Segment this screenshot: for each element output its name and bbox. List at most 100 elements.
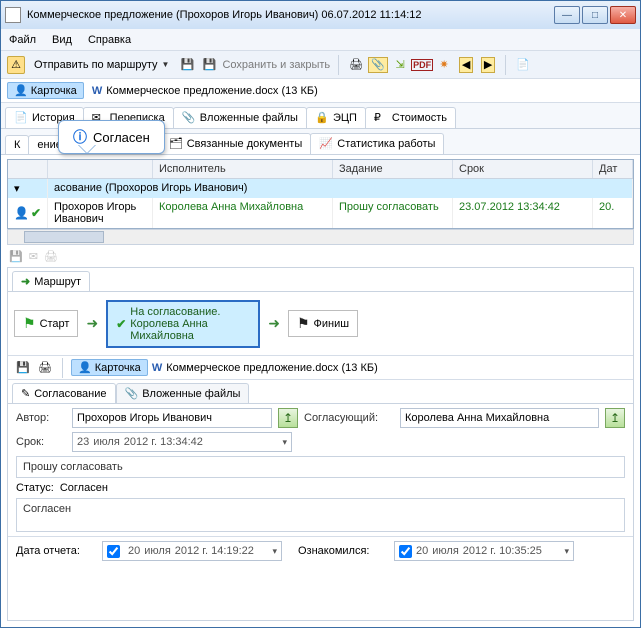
table-row[interactable]: Прохоров Игорь Иванович Королева Анна Ми…	[8, 198, 633, 228]
col-executor[interactable]: Исполнитель	[153, 160, 333, 178]
arrow-icon	[268, 315, 280, 332]
chevron-down-icon	[270, 545, 277, 557]
collapse-icon[interactable]: ▾	[14, 182, 20, 195]
route-tabs: Маршрут	[8, 268, 633, 292]
window-title: Коммерческое предложение (Прохоров Игорь…	[27, 9, 554, 21]
close-button[interactable]: ✕	[610, 6, 636, 24]
word-icon	[152, 362, 162, 374]
save-close-label[interactable]: Сохранить и закрыть	[222, 59, 330, 71]
cell-due: 23.07.2012 13:34:42	[453, 198, 593, 228]
person-icon	[78, 361, 92, 374]
tab-card-partial[interactable]: К	[5, 135, 29, 154]
detail-toolbar: 💾 ✉ 🖨	[1, 245, 640, 267]
flag-black-icon	[297, 315, 310, 332]
card-label: Карточка	[31, 85, 77, 97]
tab-signature[interactable]: ЭЦП	[306, 107, 366, 128]
word-doc-item[interactable]: Коммерческое предложение.docx (13 КБ)	[92, 85, 318, 97]
maximize-button[interactable]: □	[582, 6, 608, 24]
minimize-button[interactable]: —	[554, 6, 580, 24]
print-icon[interactable]: 🖨	[44, 250, 58, 263]
ack-date-check[interactable]	[399, 545, 412, 558]
save-close-icon[interactable]: 💾	[200, 56, 218, 74]
main-toolbar: ⚠ Отправить по маршруту ▼ 💾 💾 Сохранить …	[1, 51, 640, 79]
form-tabs: ✎ Согласование Вложенные файлы	[8, 380, 633, 404]
attach-icon[interactable]: 📎	[369, 56, 387, 74]
save-icon[interactable]: 💾	[9, 250, 23, 263]
doc-icon	[14, 111, 28, 125]
cell-executor: Королева Анна Михайловна	[153, 198, 333, 228]
author-label: Автор:	[16, 412, 66, 424]
word-icon	[92, 85, 102, 97]
route-tab[interactable]: Маршрут	[12, 271, 90, 291]
card-tab[interactable]: Карточка	[7, 82, 84, 99]
print-icon[interactable]: 🖨	[347, 56, 365, 74]
scroll-thumb[interactable]	[24, 231, 104, 243]
app-window: Коммерческое предложение (Прохоров Игорь…	[0, 0, 641, 628]
nav-back-icon[interactable]: ◀	[457, 56, 475, 74]
route-icon	[21, 275, 30, 288]
menu-help[interactable]: Справка	[88, 34, 131, 46]
col-due[interactable]: Срок	[453, 160, 593, 178]
related-icon	[169, 137, 183, 151]
save-icon[interactable]: 💾	[14, 359, 32, 377]
tab-approval[interactable]: ✎ Согласование	[12, 383, 116, 403]
approver-field[interactable]	[400, 408, 599, 428]
filebar: Карточка Коммерческое предложение.docx (…	[1, 79, 640, 103]
tab-related[interactable]: Связанные документы	[160, 133, 312, 154]
check-icon	[31, 206, 41, 220]
due-date-field[interactable]: 23 июля 2012 г. 13:34:42	[72, 432, 292, 452]
tab-files-lower[interactable]: Вложенные файлы	[116, 383, 250, 403]
group-label: асование (Прохоров Игорь Иванович)	[48, 179, 633, 198]
cell-task: Прошу согласовать	[333, 198, 453, 228]
report-date-label: Дата отчета:	[16, 545, 96, 557]
separator	[338, 55, 339, 75]
word-doc-item-lower[interactable]: Коммерческое предложение.docx (13 КБ)	[152, 362, 378, 374]
author-pick-button[interactable]: ↥	[278, 408, 298, 428]
web-icon[interactable]: ✷	[435, 56, 453, 74]
nav-fwd-icon[interactable]: ▶	[479, 56, 497, 74]
menu-view[interactable]: Вид	[52, 34, 72, 46]
card-doc-icon[interactable]: 📄	[514, 56, 532, 74]
col-task[interactable]: Задание	[333, 160, 453, 178]
tab-cost[interactable]: Стоимость	[365, 107, 456, 128]
flow-node-active[interactable]: На согласование. Королева Анна Михайловн…	[106, 300, 260, 348]
pdf-icon[interactable]: PDF	[413, 56, 431, 74]
horizontal-scrollbar[interactable]	[7, 229, 634, 245]
group-row[interactable]: ▾ асование (Прохоров Игорь Иванович)	[8, 179, 633, 198]
tab-stats[interactable]: Статистика работы	[310, 133, 444, 154]
send-route-label: Отправить по маршруту	[34, 59, 158, 71]
separator	[62, 358, 63, 378]
report-date-field[interactable]: 20 июля 2012 г. 14:19:22	[102, 541, 282, 561]
export-icon[interactable]: ⇲	[391, 56, 409, 74]
comment-text[interactable]: Согласен	[16, 498, 625, 532]
author-field[interactable]	[72, 408, 272, 428]
clip-icon	[182, 111, 196, 125]
report-date-check[interactable]	[107, 545, 120, 558]
card-tab-lower[interactable]: Карточка	[71, 359, 148, 376]
print-icon[interactable]: 🖨	[36, 359, 54, 377]
cell-date: 20.	[593, 198, 633, 228]
flow-finish[interactable]: Финиш	[288, 310, 358, 337]
price-icon	[374, 111, 388, 125]
approver-pick-button[interactable]: ↥	[605, 408, 625, 428]
bottom-row: Дата отчета: 20 июля 2012 г. 14:19:22 Оз…	[8, 536, 633, 565]
task-text[interactable]: Прошу согласовать	[16, 456, 625, 478]
warning-icon[interactable]: ⚠	[7, 56, 25, 74]
status-label: Статус:	[16, 482, 54, 494]
due-label: Срок:	[16, 436, 66, 448]
chevron-down-icon	[280, 436, 287, 448]
ack-date-field[interactable]: 20 июля 2012 г. 10:35:25	[394, 541, 574, 561]
send-icon[interactable]: ✉	[29, 250, 38, 263]
route-flow: Старт На согласование. Королева Анна Мих…	[8, 292, 633, 356]
save-icon[interactable]: 💾	[178, 56, 196, 74]
lower-toolbar: 💾 🖨 Карточка Коммерческое предложение.do…	[8, 356, 633, 380]
docname-label: Коммерческое предложение.docx (13 КБ)	[106, 85, 318, 97]
cell-name: Прохоров Игорь Иванович	[48, 198, 153, 228]
chevron-down-icon	[562, 545, 569, 557]
send-route-button[interactable]: Отправить по маршруту ▼	[29, 57, 174, 73]
col-date[interactable]: Дат	[593, 160, 633, 178]
flow-start[interactable]: Старт	[14, 310, 78, 337]
tab-files[interactable]: Вложенные файлы	[173, 107, 307, 128]
menu-file[interactable]: Файл	[9, 34, 36, 46]
ack-label: Ознакомился:	[298, 545, 388, 557]
